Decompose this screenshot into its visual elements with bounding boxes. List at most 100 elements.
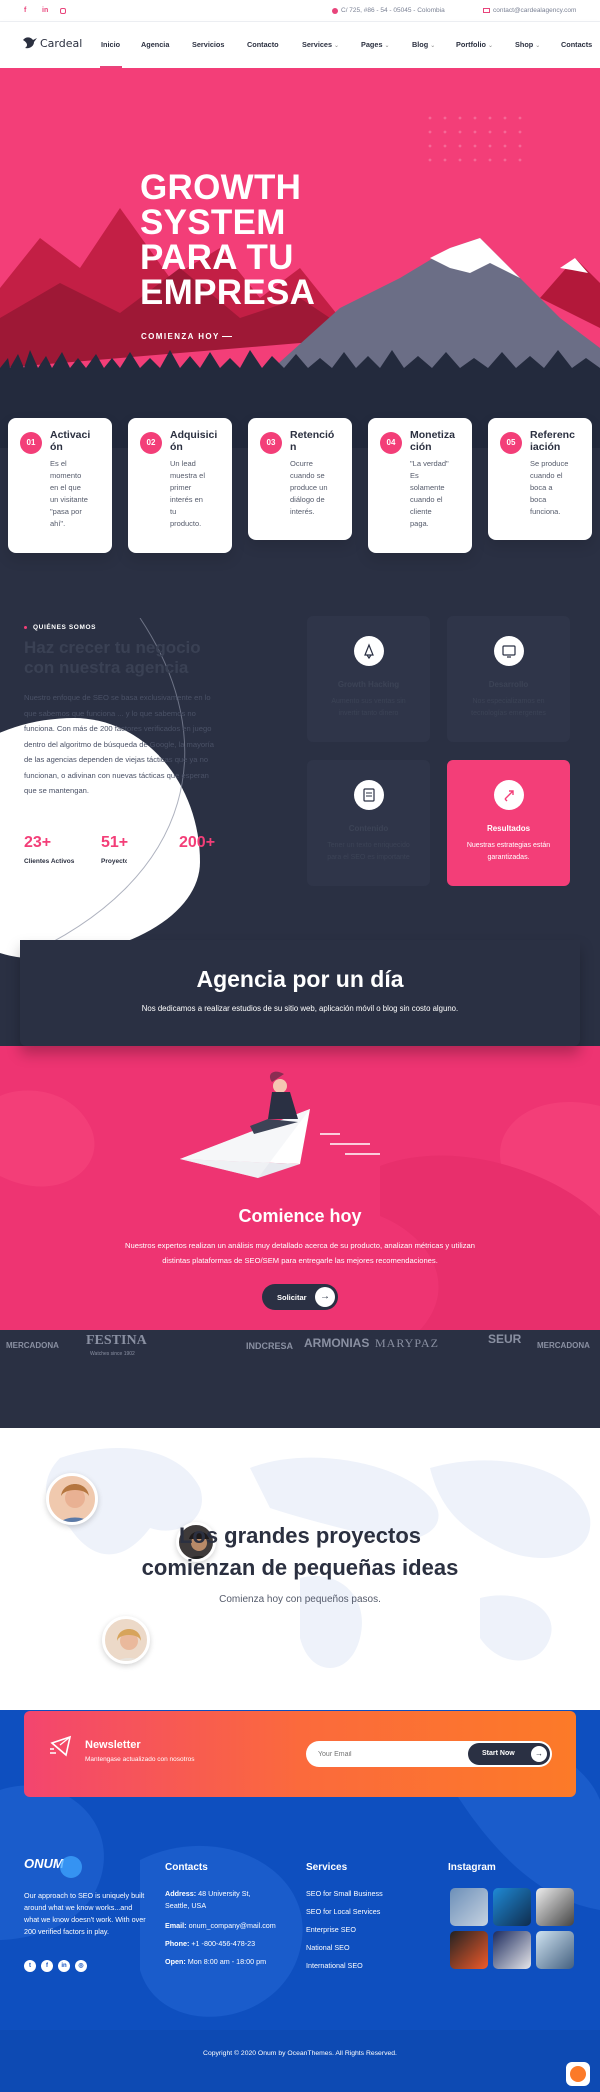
chevron-down-icon: ⌄ — [430, 43, 436, 49]
footer-service-link[interactable]: SEO for Local Services — [306, 1906, 380, 1918]
footer-instagram-title: Instagram — [448, 1862, 496, 1873]
footer-phone[interactable]: Phone: +1 -800-456-478-23 — [165, 1938, 255, 1950]
stat-value: 51+ — [101, 834, 129, 851]
section-subtitle: QUIÉNES SOMOS — [24, 624, 96, 631]
feature-card-adquisicion[interactable]: 02 Adquisici ón Un lead muestra el primer in… — [128, 418, 232, 553]
footer-service-link[interactable]: Enterprise SEO — [306, 1924, 356, 1936]
instagram-thumbnail[interactable] — [450, 1888, 488, 1926]
newsletter-subtitle: Mantengase actualizado con nosotros — [85, 1756, 195, 1763]
service-card-resultados[interactable]: Resultados Nuestras estrategias están gar… — [447, 760, 570, 886]
cardinal-bird-icon — [23, 37, 37, 49]
service-card-desarrollo[interactable]: Desarrollo Nos especializamos en tecnolog… — [447, 616, 570, 742]
step-number: 01 — [20, 432, 42, 454]
ideas-subtitle: Comienza hoy con pequeños pasos. — [219, 1594, 381, 1605]
footer-hours: Open: Mon 8:00 am - 18:00 pm — [165, 1957, 267, 1966]
instagram-icon[interactable] — [60, 8, 66, 14]
topbar-email[interactable]: contact@cardealagency.com — [483, 7, 576, 14]
nav-item-blog[interactable]: Blog ⌄ — [412, 40, 435, 49]
brand-logo: MERCADONA — [6, 1341, 59, 1350]
topbar-address: C/ 725, #86 - 54 - 05045 - Colombia — [332, 7, 445, 14]
ideas-section: Los grandes proyectos comienzan de peque… — [0, 1428, 600, 1710]
footer-service-link[interactable]: National SEO — [306, 1942, 350, 1954]
feature-card-referenciacion[interactable]: 05 Referenc iación Se produce cuando el boc… — [488, 418, 592, 540]
logo-text: Cardeal — [40, 36, 83, 50]
nav-item-contacto[interactable]: Contacto — [247, 40, 279, 49]
chevron-down-icon: ⌄ — [384, 43, 390, 49]
agency-banner: Agencia por un día Nos dedicamos a reali… — [20, 940, 580, 1046]
instagram-thumbnail[interactable] — [493, 1931, 531, 1969]
logo-bubble-icon — [60, 1856, 82, 1878]
stat-value: 23+ — [24, 834, 52, 851]
instagram-thumbnail[interactable] — [536, 1888, 574, 1926]
brand-logo: INDCRESA — [246, 1341, 294, 1351]
avatar — [46, 1473, 98, 1525]
avatar — [102, 1616, 150, 1664]
twitter-icon[interactable]: t — [24, 1960, 36, 1972]
agency-title: Agencia por un día — [196, 966, 404, 992]
service-card-growth[interactable]: Growth Hacking Aumento sus ventas sin inv… — [307, 616, 430, 742]
nav-item-portfolio[interactable]: Portfolio ⌄ — [456, 40, 493, 49]
envelope-icon — [50, 1735, 72, 1757]
footer-service-link[interactable]: International SEO — [306, 1960, 363, 1972]
mail-icon — [483, 8, 490, 13]
monitor-icon — [494, 636, 524, 666]
location-pin-icon — [332, 7, 338, 14]
instagram-thumbnail[interactable] — [493, 1888, 531, 1926]
client-logos: MERCADONA FESTINA Watches since 1902 IND… — [0, 1330, 600, 1428]
brand-logo: MERCADONA — [537, 1341, 590, 1350]
service-card-contenido[interactable]: Contenido Tener un texto enriquecido para… — [307, 760, 430, 886]
newsletter-title: Newsletter — [85, 1739, 141, 1751]
agency-subtitle: Nos dedicamos a realizar estudios de su … — [141, 1004, 459, 1013]
about-text: Nuestro enfoque de SEO se basa exclusiva… — [24, 693, 214, 795]
arrow-right-icon: → — [315, 1287, 335, 1307]
copyright: Copyright © 2020 Onum by OceanThemes. Al… — [203, 2050, 397, 2057]
footer-logo[interactable]: ONUM — [24, 1856, 64, 1871]
newsletter-box: Newsletter Mantengase actualizado con no… — [24, 1711, 576, 1797]
about-title: Haz crecer tu negocio con nuestra agenci… — [24, 638, 201, 677]
chat-widget-button[interactable] — [566, 2062, 590, 2086]
ideas-title: Los grandes proyectos comienzan de peque… — [141, 1523, 459, 1580]
solicitar-button[interactable]: Solicitar → — [262, 1284, 338, 1310]
step-number: 04 — [380, 432, 402, 454]
footer-services-title: Services — [306, 1862, 348, 1873]
start-now-button[interactable]: Start Now → — [468, 1743, 550, 1765]
instagram-thumbnail[interactable] — [450, 1931, 488, 1969]
feature-card-retencion[interactable]: 03 Retenció n Ocurre cuando se produce un di… — [248, 418, 352, 540]
footer-email[interactable]: Email: onum_company@mail.com — [165, 1920, 276, 1932]
instagram-icon[interactable]: ◎ — [75, 1960, 87, 1972]
step-number: 02 — [140, 432, 162, 454]
stat-value: 200+ — [179, 834, 216, 851]
nav-item-servicios[interactable]: Servicios — [192, 40, 224, 49]
nav-item-services[interactable]: Services ⌄ — [302, 40, 339, 49]
step-number: 05 — [500, 432, 522, 454]
instagram-thumbnail[interactable] — [536, 1931, 574, 1969]
brand-logo: ARMONIAS — [304, 1336, 370, 1350]
stat-label: Proyectos — [101, 858, 127, 865]
linkedin-icon[interactable]: in — [42, 7, 48, 14]
linkedin-icon[interactable]: in — [58, 1960, 70, 1972]
hero: GROWTH SYSTEM PARA TU EMPRESA COMIENZA H… — [0, 68, 600, 448]
arrow-right-icon: → — [531, 1746, 547, 1762]
logo[interactable]: Cardeal — [22, 36, 82, 50]
footer-address: Address: 48 University St, Seattle, USA — [165, 1889, 251, 1910]
hero-cta-link[interactable]: COMIENZA HOY — [141, 332, 220, 341]
nav-item-agencia[interactable]: Agencia — [141, 40, 169, 49]
nav-item-pages[interactable]: Pages ⌄ — [361, 40, 390, 49]
footer-service-link[interactable]: SEO for Small Business — [306, 1888, 383, 1900]
document-icon — [354, 780, 384, 810]
bullet-icon — [24, 626, 27, 629]
brand-logo: SEUR — [488, 1332, 522, 1346]
hero-title: GROWTH SYSTEM PARA TU EMPRESA — [140, 168, 316, 312]
chevron-down-icon: ⌄ — [334, 43, 340, 49]
nav-item-contacts[interactable]: Contacts — [561, 40, 592, 49]
main-nav: Cardeal Inicio Agencia Servicios Contact… — [0, 22, 600, 68]
feature-card-activacion[interactable]: 01 Activaci ón Es el momento en el que un vi… — [8, 418, 112, 553]
step-number: 03 — [260, 432, 282, 454]
facebook-icon[interactable]: f — [41, 1960, 53, 1972]
facebook-icon[interactable]: f — [24, 7, 26, 14]
brand-logo-caption: Watches since 1902 — [90, 1351, 135, 1357]
brand-logo: FESTINA — [86, 1333, 147, 1348]
feature-card-monetizacion[interactable]: 04 Monetiza ción "La verdad" Es solamente cu… — [368, 418, 472, 553]
nav-item-shop[interactable]: Shop ⌄ — [515, 40, 540, 49]
nav-item-inicio[interactable]: Inicio — [101, 40, 120, 49]
